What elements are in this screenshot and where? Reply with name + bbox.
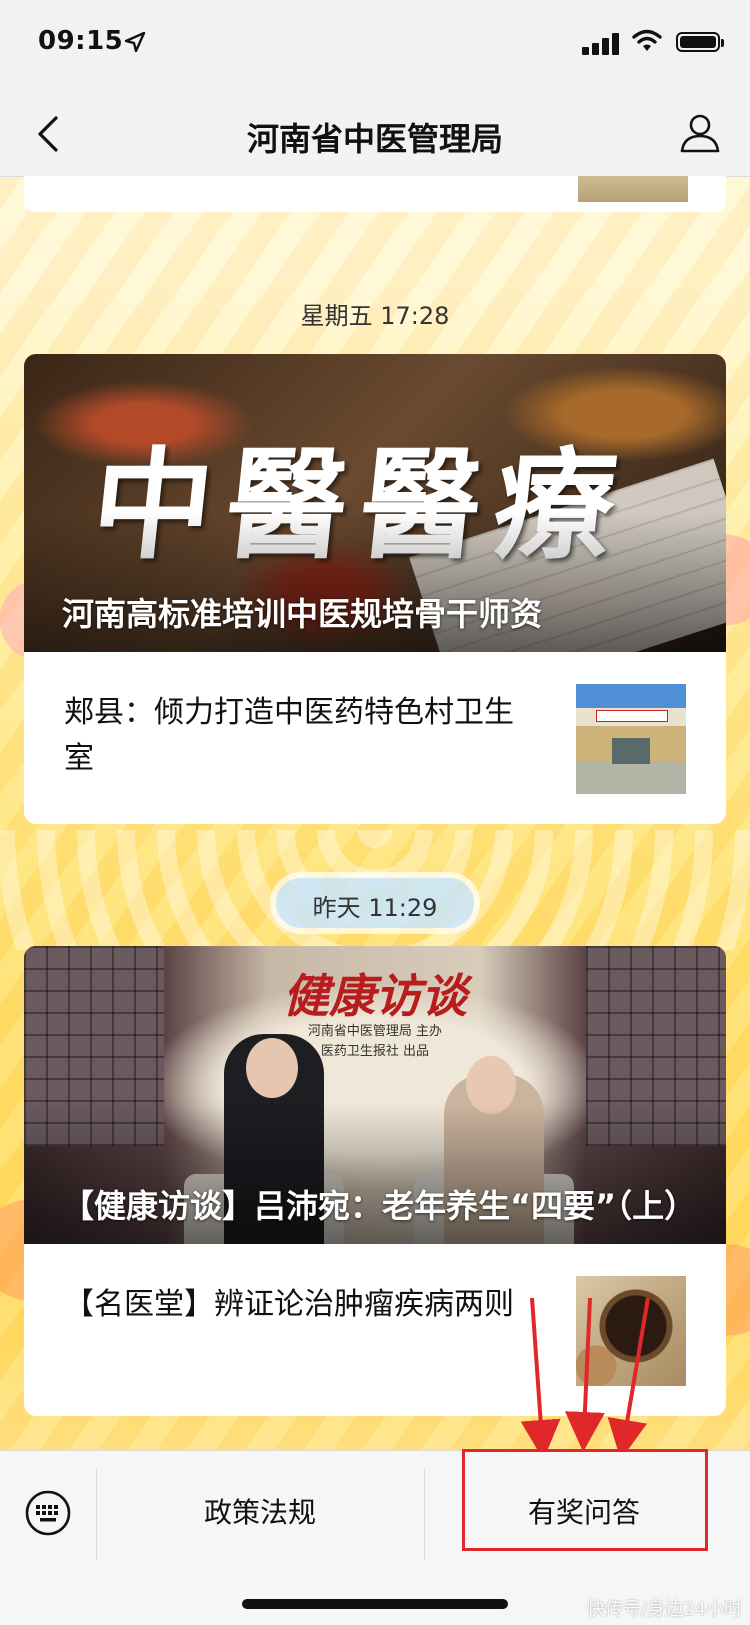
article-hero-image[interactable]: 中醫醫療 河南高标准培训中医规培骨干师资 [24,354,726,652]
wifi-icon [632,29,662,51]
battery-icon [676,32,724,52]
clinic-thumbnail[interactable] [576,684,686,794]
message-timestamp: 星期五 17:28 [300,302,450,330]
message-timestamp: 昨天 11:29 [312,894,438,922]
status-bar: 09:15 [0,0,750,92]
hero-article-title[interactable]: 【健康访谈】吕沛宛：老年养生“四要”（上） [62,1182,696,1230]
show-subtitle: 河南省中医管理局 主办 医药卫生报社 出品 [24,1022,726,1062]
menu-item-policy[interactable]: 政策法规 [96,1491,424,1531]
list-item[interactable]: 郏县：倾力打造中医药特色村卫生室 [24,652,726,824]
home-indicator[interactable] [242,1599,508,1609]
show-subtitle-line: 河南省中医管理局 主办 [307,1024,443,1039]
show-subtitle-line: 医药卫生报社 出品 [320,1044,430,1059]
menu-divider [424,1469,425,1561]
status-time: 09:15 [38,26,124,56]
bottom-menu: 政策法规 有奖问答 快传号/身边24小时 [0,1449,750,1625]
location-arrow-icon [124,31,146,53]
previous-article-thumbnail [578,176,688,202]
watermark: 快传号/身边24小时 [587,1599,742,1620]
list-item-title[interactable]: 【名医堂】辨证论治肿瘤疾病两则 [64,1282,524,1328]
navigation-bar: 河南省中医管理局 [0,92,750,177]
user-profile-icon[interactable] [678,110,722,154]
article-card[interactable]: 中醫醫療 河南高标准培训中医规培骨干师资 郏县：倾力打造中医药特色村卫生室 [24,354,726,824]
hero-article-title[interactable]: 河南高标准培训中医规培骨干师资 [62,590,688,638]
show-title: 健康访谈 [283,969,467,1023]
list-item-title[interactable]: 郏县：倾力打造中医药特色村卫生室 [64,690,524,782]
article-hero-image[interactable]: 健康访谈 河南省中医管理局 主办 医药卫生报社 出品 【健康访谈】吕沛宛：老年养… [24,946,726,1244]
page-title: 河南省中医管理局 [246,120,503,158]
cellular-signal-icon [582,33,622,55]
previous-article-text-fragment [64,176,124,188]
highlight-box [462,1449,708,1551]
annotation-arrows-icon [520,1297,650,1450]
keyboard-toggle-icon[interactable] [24,1489,72,1537]
previous-article-card[interactable] [24,176,726,212]
host-head [246,1038,298,1098]
